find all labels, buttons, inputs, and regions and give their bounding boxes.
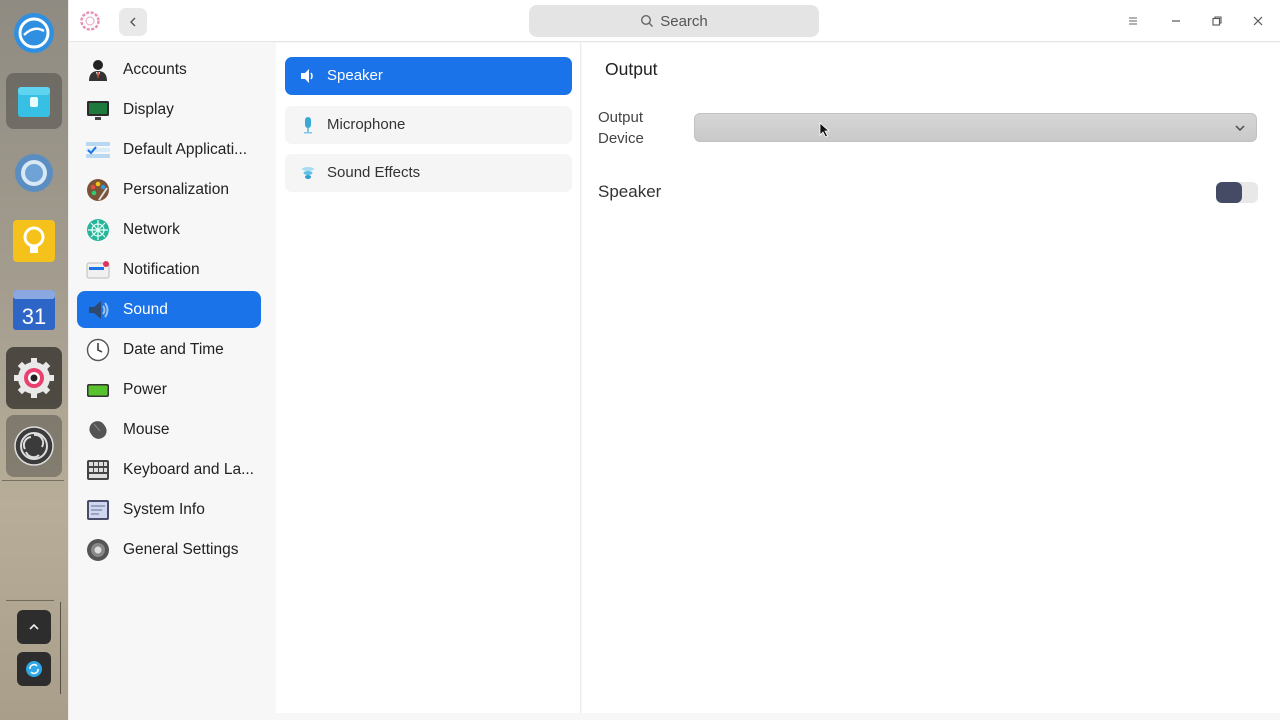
sound-menu-label: Sound Effects [327,164,421,181]
output-device-dropdown[interactable] [694,113,1257,142]
sidebar-item-general-settings[interactable]: General Settings [77,531,261,568]
sound-menu-speaker[interactable]: Speaker [285,57,572,95]
sidebar-item-mouse[interactable]: Mouse [77,411,261,448]
speaker-toggle-knob [1216,182,1242,203]
sidebar-item-keyboard[interactable]: Keyboard and La... [77,451,261,488]
battery-icon [85,377,111,403]
titlebar: Search [69,0,1280,42]
deepin-launcher-icon [14,13,54,53]
obs-studio-icon [14,426,54,466]
general-settings-icon [85,537,111,563]
calendar-icon: 31 [13,290,55,330]
sidebar-item-default-applications[interactable]: Default Applicati... [77,131,261,168]
sidebar-item-label: Default Applicati... [123,141,248,158]
clock-icon [85,337,111,363]
dock-app-launcher[interactable] [6,5,62,61]
control-center-window: Search Accounts Display Default Applicat… [69,0,1280,720]
network-icon [85,217,111,243]
system-info-icon [85,497,111,523]
sound-menu-label: Speaker [327,67,383,84]
sound-menu-microphone[interactable]: Microphone [285,106,572,144]
settings-sidebar: Accounts Display Default Applicati... Pe… [69,43,271,720]
microphone-icon [299,116,317,134]
control-center-logo-icon [80,11,100,31]
chevron-up-icon [29,623,39,630]
sidebar-item-network[interactable]: Network [77,211,261,248]
sidebar-item-label: Display [123,101,174,118]
dock-app-file-manager[interactable] [6,73,62,129]
dock-divider [60,602,61,694]
sidebar-item-label: Keyboard and La... [123,461,254,478]
sidebar-item-label: Mouse [123,421,170,438]
sidebar-item-label: System Info [123,501,205,518]
chevron-left-icon [130,17,136,27]
dock-separator [2,480,64,481]
speaker-toggle[interactable] [1216,182,1258,203]
sidebar-item-label: Accounts [123,61,187,78]
speaker-toggle-label: Speaker [598,182,662,201]
menu-icon [1129,17,1137,25]
dock-app-notes[interactable] [6,213,62,269]
sidebar-item-display[interactable]: Display [77,91,261,128]
sidebar-item-label: Personalization [123,181,229,198]
search-icon [641,14,654,27]
dock-app-browser[interactable] [6,145,62,201]
sidebar-item-sound[interactable]: Sound [77,291,261,328]
sidebar-item-label: Power [123,381,167,398]
sidebar-item-personalization[interactable]: Personalization [77,171,261,208]
svg-text:31: 31 [22,304,46,329]
accounts-icon [85,57,111,83]
dock-separator [6,600,54,601]
search-placeholder: Search [660,12,708,30]
sidebar-item-label: Date and Time [123,341,224,358]
sidebar-item-system-info[interactable]: System Info [77,491,261,528]
output-device-label: Output Device [598,109,644,147]
sidebar-item-accounts[interactable]: Accounts [77,51,261,88]
output-section-title: Output [605,59,658,79]
mouse-icon [85,417,111,443]
default-applications-icon [85,137,111,163]
close-button[interactable] [1243,7,1273,35]
search-input[interactable]: Search [529,5,819,37]
close-icon [1253,16,1263,26]
chevron-down-icon [1232,120,1248,136]
minimize-button[interactable] [1161,7,1191,35]
sidebar-item-date-and-time[interactable]: Date and Time [77,331,261,368]
back-button[interactable] [119,8,147,36]
sound-menu-sound-effects[interactable]: Sound Effects [285,154,572,192]
chromium-browser-icon [15,154,53,192]
keyboard-icon [85,457,111,483]
menu-button[interactable] [1118,7,1148,35]
sidebar-item-label: General Settings [123,541,239,558]
output-settings-panel: Output Output Device Speaker [582,43,1280,713]
file-manager-icon [18,87,50,117]
lightbulb-notes-icon [13,220,55,262]
sound-icon [85,297,111,323]
sound-sections-panel: Speaker Microphone Sound Effects [276,43,581,713]
restore-button[interactable] [1202,7,1232,35]
tray-expand-button[interactable] [17,610,51,644]
sidebar-item-notification[interactable]: Notification [77,251,261,288]
tray-sync-button[interactable] [17,652,51,686]
notification-icon [85,257,111,283]
dock-app-obs[interactable] [6,415,62,477]
mouse-cursor-icon [819,122,831,138]
dock-app-calendar[interactable]: 31 [6,281,62,337]
restore-icon [1212,16,1222,26]
minimize-icon [1172,20,1180,22]
sidebar-item-label: Sound [123,301,168,318]
display-icon [85,97,111,123]
sidebar-item-label: Network [123,221,180,238]
control-center-gear-icon [14,358,54,398]
sound-menu-label: Microphone [327,116,406,133]
sync-icon [26,661,42,677]
dock-app-control-center[interactable] [6,347,62,409]
speaker-icon [299,67,317,85]
personalization-icon [85,177,111,203]
sound-effects-icon [299,164,317,182]
dock: 31 [0,0,68,720]
sidebar-item-power[interactable]: Power [77,371,261,408]
sidebar-item-label: Notification [123,261,200,278]
